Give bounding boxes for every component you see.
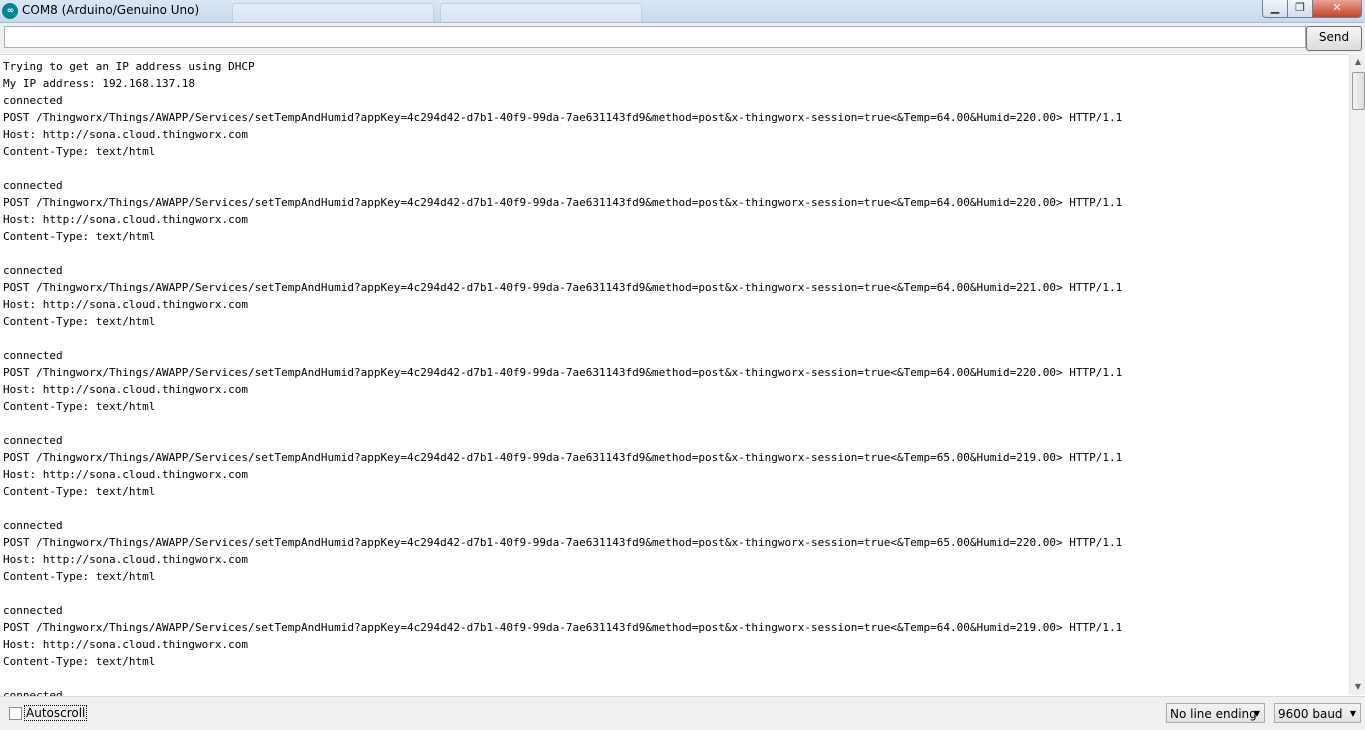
background-browser-tab — [232, 3, 434, 22]
arduino-icon: ∞ — [2, 3, 18, 19]
serial-output-line: POST /Thingworx/Things/AWAPP/Services/se… — [3, 536, 1123, 549]
baud-rate-value: 9600 baud — [1278, 707, 1343, 721]
serial-output-line: connected — [3, 689, 63, 696]
window-title: COM8 (Arduino/Genuino Uno) — [22, 3, 200, 17]
serial-input[interactable] — [4, 26, 1306, 48]
serial-output-line: Content-Type: text/html — [3, 655, 156, 668]
serial-output-line: connected — [3, 264, 63, 277]
serial-output-line: connected — [3, 349, 63, 362]
send-toolbar: Send — [0, 23, 1365, 53]
line-ending-select[interactable]: No line ending ▼ — [1166, 703, 1265, 723]
serial-output-line: Host: http://sona.cloud.thingworx.com — [3, 383, 249, 396]
serial-output-line: connected — [3, 604, 63, 617]
serial-output-line: Host: http://sona.cloud.thingworx.com — [3, 298, 249, 311]
serial-output-line: Trying to get an IP address using DHCP — [3, 60, 255, 73]
serial-output-line: Host: http://sona.cloud.thingworx.com — [3, 638, 249, 651]
serial-output-line: POST /Thingworx/Things/AWAPP/Services/se… — [3, 111, 1123, 124]
serial-output-line: connected — [3, 94, 63, 107]
serial-output-line: Content-Type: text/html — [3, 315, 156, 328]
serial-output-line: POST /Thingworx/Things/AWAPP/Services/se… — [3, 621, 1123, 634]
serial-output-line: connected — [3, 179, 63, 192]
serial-output-line: POST /Thingworx/Things/AWAPP/Services/se… — [3, 196, 1123, 209]
serial-output-line: Content-Type: text/html — [3, 145, 156, 158]
serial-output-line: connected — [3, 519, 63, 532]
serial-output-line: Content-Type: text/html — [3, 230, 156, 243]
scroll-up-icon[interactable]: ▲ — [1350, 54, 1365, 70]
send-button[interactable]: Send — [1306, 26, 1362, 51]
serial-output-line: Host: http://sona.cloud.thingworx.com — [3, 213, 249, 226]
vertical-scrollbar[interactable]: ▲ ▼ — [1349, 54, 1365, 695]
minimize-button[interactable]: ▁ — [1262, 0, 1288, 18]
title-bar[interactable]: ∞ COM8 (Arduino/Genuino Uno) ▁ ❐ ✕ — [0, 0, 1365, 23]
serial-output-line: POST /Thingworx/Things/AWAPP/Services/se… — [3, 281, 1123, 294]
serial-output[interactable]: Trying to get an IP address using DHCP M… — [0, 54, 1349, 696]
bottom-bar: Autoscroll No line ending ▼ 9600 baud ▼ — [0, 696, 1365, 730]
scroll-thumb[interactable] — [1352, 72, 1365, 110]
serial-output-text: Trying to get an IP address using DHCP M… — [0, 55, 1349, 696]
serial-output-line: Host: http://sona.cloud.thingworx.com — [3, 468, 249, 481]
serial-output-line: connected — [3, 434, 63, 447]
chevron-down-icon: ▼ — [1253, 709, 1260, 718]
serial-output-line: Content-Type: text/html — [3, 485, 156, 498]
serial-output-line: Content-Type: text/html — [3, 400, 156, 413]
scroll-down-icon[interactable]: ▼ — [1350, 679, 1365, 695]
serial-output-line: Host: http://sona.cloud.thingworx.com — [3, 553, 249, 566]
autoscroll-checkbox[interactable] — [9, 707, 22, 720]
autoscroll-label[interactable]: Autoscroll — [24, 705, 88, 721]
serial-output-line: Host: http://sona.cloud.thingworx.com — [3, 128, 249, 141]
line-ending-value: No line ending — [1170, 707, 1257, 721]
serial-output-line: My IP address: 192.168.137.18 — [3, 77, 196, 90]
serial-output-line: POST /Thingworx/Things/AWAPP/Services/se… — [3, 451, 1123, 464]
background-browser-tab — [440, 3, 642, 22]
chevron-down-icon: ▼ — [1349, 709, 1356, 718]
baud-rate-select[interactable]: 9600 baud ▼ — [1274, 703, 1361, 723]
serial-output-line: POST /Thingworx/Things/AWAPP/Services/se… — [3, 366, 1123, 379]
maximize-button[interactable]: ❐ — [1287, 0, 1313, 18]
serial-output-line: Content-Type: text/html — [3, 570, 156, 583]
close-button[interactable]: ✕ — [1312, 0, 1362, 18]
